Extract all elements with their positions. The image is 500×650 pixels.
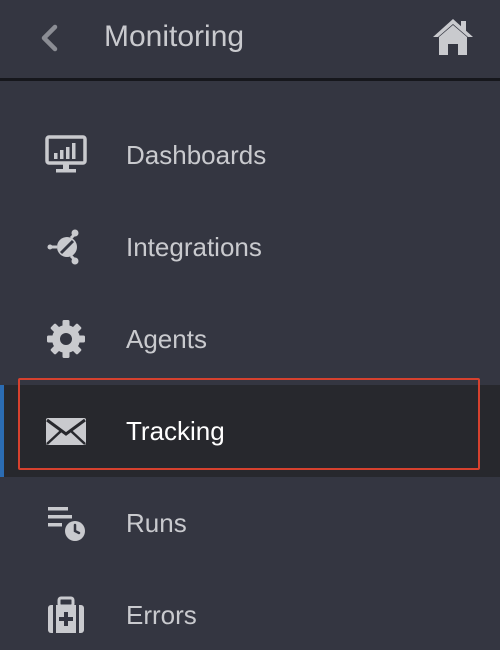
sidebar-menu: Dashboards Integrations Agents Tracking … [0,109,500,650]
sidebar-item-label: Dashboards [126,140,267,170]
sidebar-item-runs[interactable]: Runs [0,477,500,569]
sidebar-item-label: Integrations [126,232,262,262]
sidebar-item-agents[interactable]: Agents [0,293,500,385]
home-button[interactable] [428,14,478,60]
monitoring-panel: Monitoring Dashboards Integrations Agent… [0,0,500,650]
envelope-icon [42,409,90,453]
sidebar-item-errors[interactable]: Errors [0,569,500,650]
medical-kit-icon [42,593,90,637]
page-title: Monitoring [104,20,245,53]
sidebar-item-label: Agents [126,324,207,354]
gear-icon [42,317,90,361]
integrations-hub-icon [42,225,90,269]
list-clock-icon [42,501,90,545]
back-button[interactable] [30,18,70,58]
sidebar-item-integrations[interactable]: Integrations [0,201,500,293]
sidebar-item-dashboards[interactable]: Dashboards [0,109,500,201]
sidebar-item-label: Tracking [126,416,225,446]
monitor-chart-icon [42,133,90,177]
home-icon [433,19,473,55]
sidebar-item-label: Runs [126,508,187,538]
chevron-left-icon [41,24,58,52]
sidebar-item-label: Errors [126,600,197,630]
sidebar-item-tracking[interactable]: Tracking [0,385,500,477]
header-bar: Monitoring [0,0,500,81]
